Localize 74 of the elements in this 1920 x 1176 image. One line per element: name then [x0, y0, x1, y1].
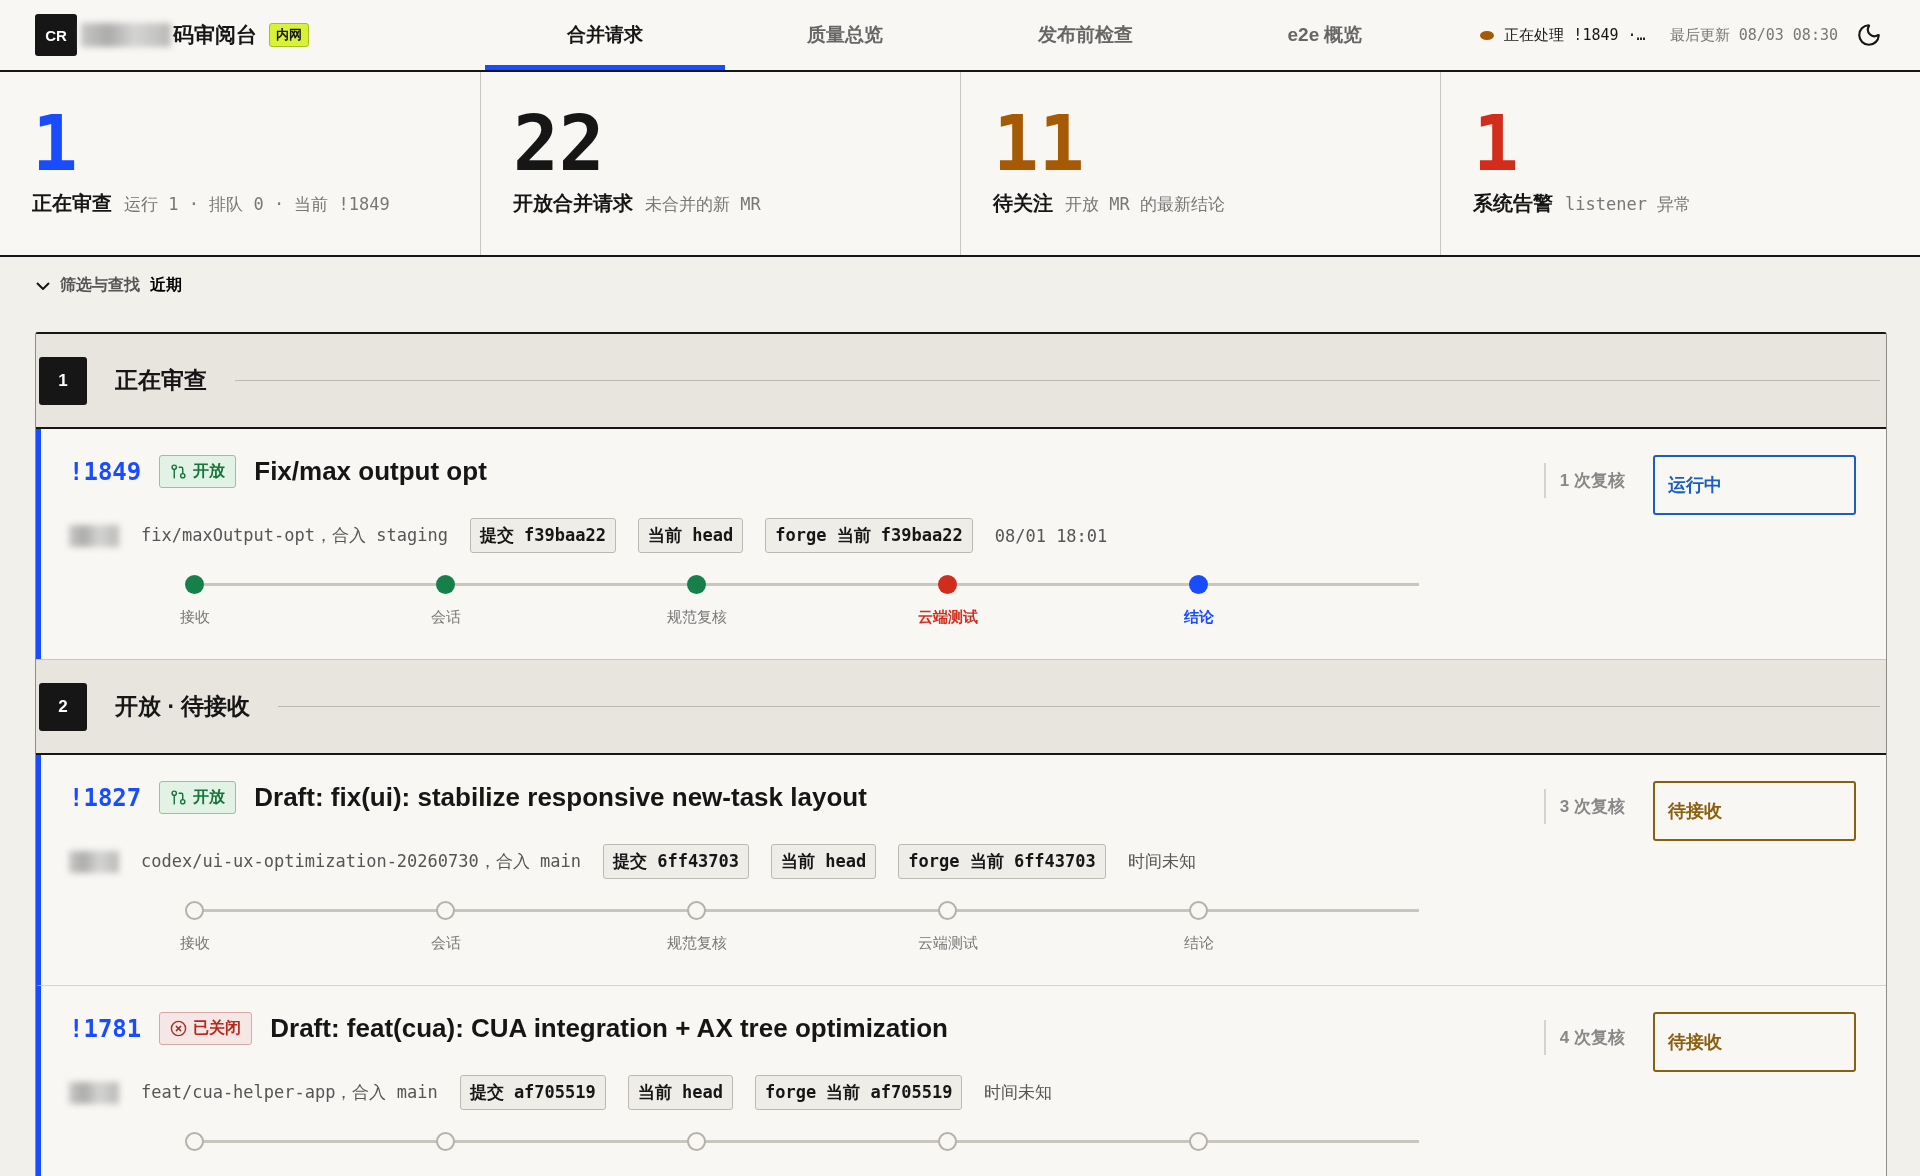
last-updated: 最后更新 08/03 08:30	[1669, 25, 1838, 45]
state-badge: 开放	[159, 781, 237, 814]
section-title: 开放 · 待接收	[115, 692, 251, 721]
filter-toggle[interactable]: 筛选与查找 近期	[36, 275, 182, 296]
state-badge: 已关闭	[159, 1012, 253, 1045]
stat-label: 开放合并请求	[513, 191, 633, 216]
stage-label: 云端测试	[917, 608, 978, 627]
merge-request-link[interactable]: !1849	[69, 457, 142, 486]
processing-dot-icon	[1480, 30, 1495, 40]
stage-label: 云端测试	[917, 934, 978, 953]
stat-value: 22	[513, 106, 605, 182]
stat-detail: listener 异常	[1565, 193, 1692, 216]
stat-detail: 未合并的新 MR	[645, 193, 761, 216]
stage-label: 接收	[179, 608, 210, 627]
section-number: 2	[39, 682, 87, 731]
commit-chip: forge 当前 af705519	[754, 1075, 963, 1110]
stage-label: 结论	[1183, 934, 1214, 953]
section-number: 1	[39, 356, 87, 405]
stat-detail: 运行 1 · 排队 0 · 当前 !1849	[124, 193, 390, 216]
processing-status: 正在处理 !1849 ·…	[1504, 25, 1646, 45]
merge-request-link[interactable]: !1827	[69, 783, 142, 812]
app-title: 码审阅台	[173, 22, 257, 48]
nav-tab[interactable]: 发布前检查	[965, 0, 1205, 70]
branch-text: codex/ui-ux-optimization-20260730，合入 main	[141, 850, 581, 873]
stat-value: 1	[32, 106, 78, 182]
commit-chip: 提交 f39baa22	[469, 518, 616, 553]
state-badge: 开放	[159, 455, 237, 488]
nav-tab[interactable]: e2e 概览	[1205, 0, 1445, 70]
commit-chip: 当前 head	[627, 1075, 733, 1110]
nav-tab[interactable]: 质量总览	[725, 0, 965, 70]
stage-label: 会话	[430, 934, 461, 953]
commit-chip: forge 当前 f39baa22	[765, 518, 973, 553]
review-count: 1 次复核	[1543, 463, 1625, 498]
timestamp: 时间未知	[984, 1081, 1053, 1104]
commit-chip: 提交 af705519	[459, 1075, 606, 1110]
commit-chip: forge 当前 6ff43703	[898, 844, 1106, 879]
status-button[interactable]: 运行中	[1653, 455, 1856, 515]
stat-label: 系统告警	[1473, 191, 1553, 216]
stat-value: 11	[993, 106, 1085, 182]
stat-value: 1	[1473, 106, 1519, 182]
stage-label: 结论	[1183, 608, 1214, 627]
stat-label: 待关注	[993, 191, 1053, 216]
commit-chip: 当前 head	[638, 518, 744, 553]
environment-badge: 内网	[269, 23, 309, 47]
stage-label: 接收	[179, 934, 210, 953]
commit-chip: 当前 head	[771, 844, 877, 879]
status-button[interactable]: 待接收	[1653, 1012, 1856, 1072]
status-button[interactable]: 待接收	[1653, 781, 1856, 841]
stat-detail: 开放 MR 的最新结论	[1065, 193, 1225, 216]
timestamp: 时间未知	[1127, 850, 1196, 873]
stage-label: 会话	[430, 608, 461, 627]
merge-request-title: Fix/max output opt	[254, 456, 487, 487]
pull-request-icon	[170, 463, 188, 480]
stage-label: 规范复核	[666, 608, 727, 627]
section-title: 正在审查	[115, 366, 207, 395]
merge-request-title: Draft: feat(cua): CUA integration + AX tree optimization	[270, 1013, 948, 1044]
merge-request-title: Draft: fix(ui): stabilize responsive new-task layout	[254, 782, 867, 813]
branch-text: feat/cua-helper-app，合入 main	[141, 1081, 438, 1104]
redacted-author	[69, 1081, 119, 1104]
dark-mode-icon[interactable]	[1856, 22, 1882, 48]
review-count: 3 次复核	[1543, 789, 1625, 824]
chevron-icon	[36, 281, 50, 290]
pull-request-icon	[170, 789, 188, 806]
branch-text: fix/maxOutput-opt，合入 staging	[141, 524, 448, 547]
stage-label: 规范复核	[666, 934, 727, 953]
merge-request-link[interactable]: !1781	[69, 1014, 142, 1043]
timestamp: 08/01 18:01	[994, 525, 1108, 546]
redacted-author	[69, 524, 119, 547]
logo: CR	[35, 14, 77, 56]
review-count: 4 次复核	[1543, 1020, 1625, 1055]
redacted-author	[69, 850, 119, 873]
close-circle-icon	[170, 1020, 188, 1037]
stat-label: 正在审查	[32, 191, 112, 216]
commit-chip: 提交 6ff43703	[602, 844, 750, 879]
